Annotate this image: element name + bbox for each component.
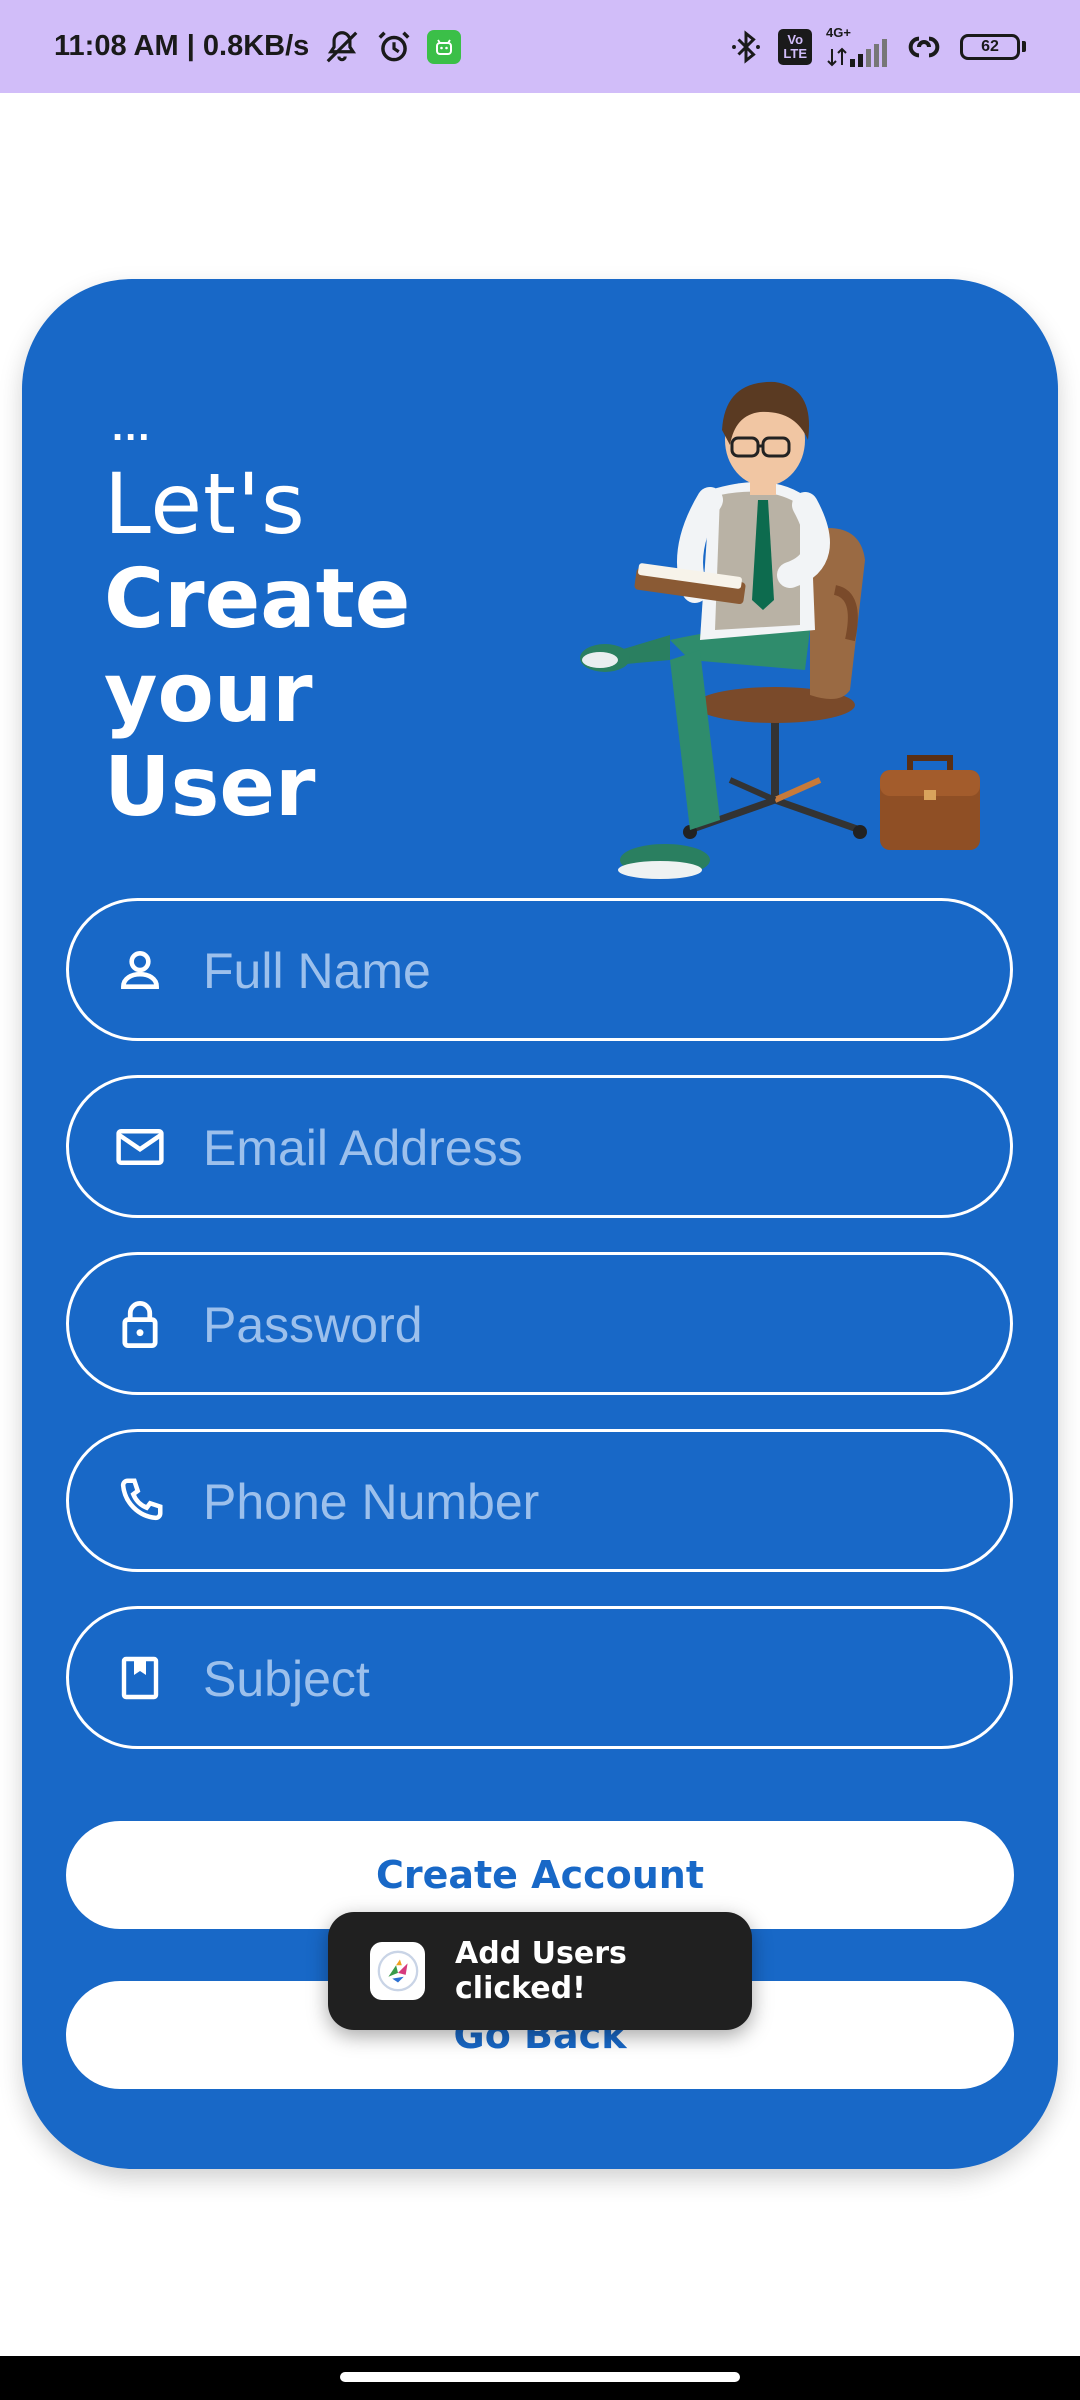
more-dots: ... xyxy=(112,405,152,449)
status-right: Vo LTE 4G+ 62 xyxy=(728,26,1026,67)
bluetooth-icon xyxy=(728,27,764,67)
page-title: Let's Create your User xyxy=(104,455,410,835)
signal-icon: 4G+ xyxy=(826,26,888,67)
email-field[interactable] xyxy=(66,1075,1013,1218)
title-line-lets: Let's xyxy=(104,455,306,553)
hotspot-link-icon xyxy=(902,27,946,67)
battery-icon: 62 xyxy=(960,33,1026,60)
mute-icon xyxy=(323,28,361,66)
mail-icon xyxy=(113,1120,167,1174)
title-line-user: User xyxy=(104,740,316,835)
full-name-field[interactable] xyxy=(66,898,1013,1041)
status-left: 11:08 AM | 0.8KB/s xyxy=(54,28,462,66)
home-gesture-handle[interactable] xyxy=(340,2372,740,2382)
toast: Add Users clicked! xyxy=(328,1912,752,2030)
student-illustration xyxy=(580,381,980,879)
battery-level: 62 xyxy=(960,33,1020,60)
lock-icon xyxy=(113,1297,167,1351)
phone-field[interactable] xyxy=(66,1429,1013,1572)
android-app-icon xyxy=(427,29,462,64)
status-bar: 11:08 AM | 0.8KB/s Vo LTE 4G+ 62 xyxy=(0,0,1080,93)
title-line-create: Create xyxy=(104,552,411,647)
email-input[interactable] xyxy=(201,1078,985,1217)
navigation-bar xyxy=(0,2356,1080,2400)
phone-icon xyxy=(113,1474,167,1528)
network-type: 4G+ xyxy=(826,25,851,40)
bookmark-icon xyxy=(113,1651,167,1705)
title-line-your: your xyxy=(104,646,313,741)
status-time-speed: 11:08 AM | 0.8KB/s xyxy=(54,30,310,62)
toast-message: Add Users clicked! xyxy=(455,1936,627,2006)
phone-input[interactable] xyxy=(201,1432,985,1571)
app-logo-icon xyxy=(370,1942,426,2000)
subject-input[interactable] xyxy=(201,1609,985,1748)
password-input[interactable] xyxy=(201,1255,985,1394)
volte-icon: Vo LTE xyxy=(778,28,812,65)
full-name-input[interactable] xyxy=(201,901,985,1040)
password-field[interactable] xyxy=(66,1252,1013,1395)
person-icon xyxy=(113,943,167,997)
alarm-icon xyxy=(375,28,413,66)
subject-field[interactable] xyxy=(66,1606,1013,1749)
